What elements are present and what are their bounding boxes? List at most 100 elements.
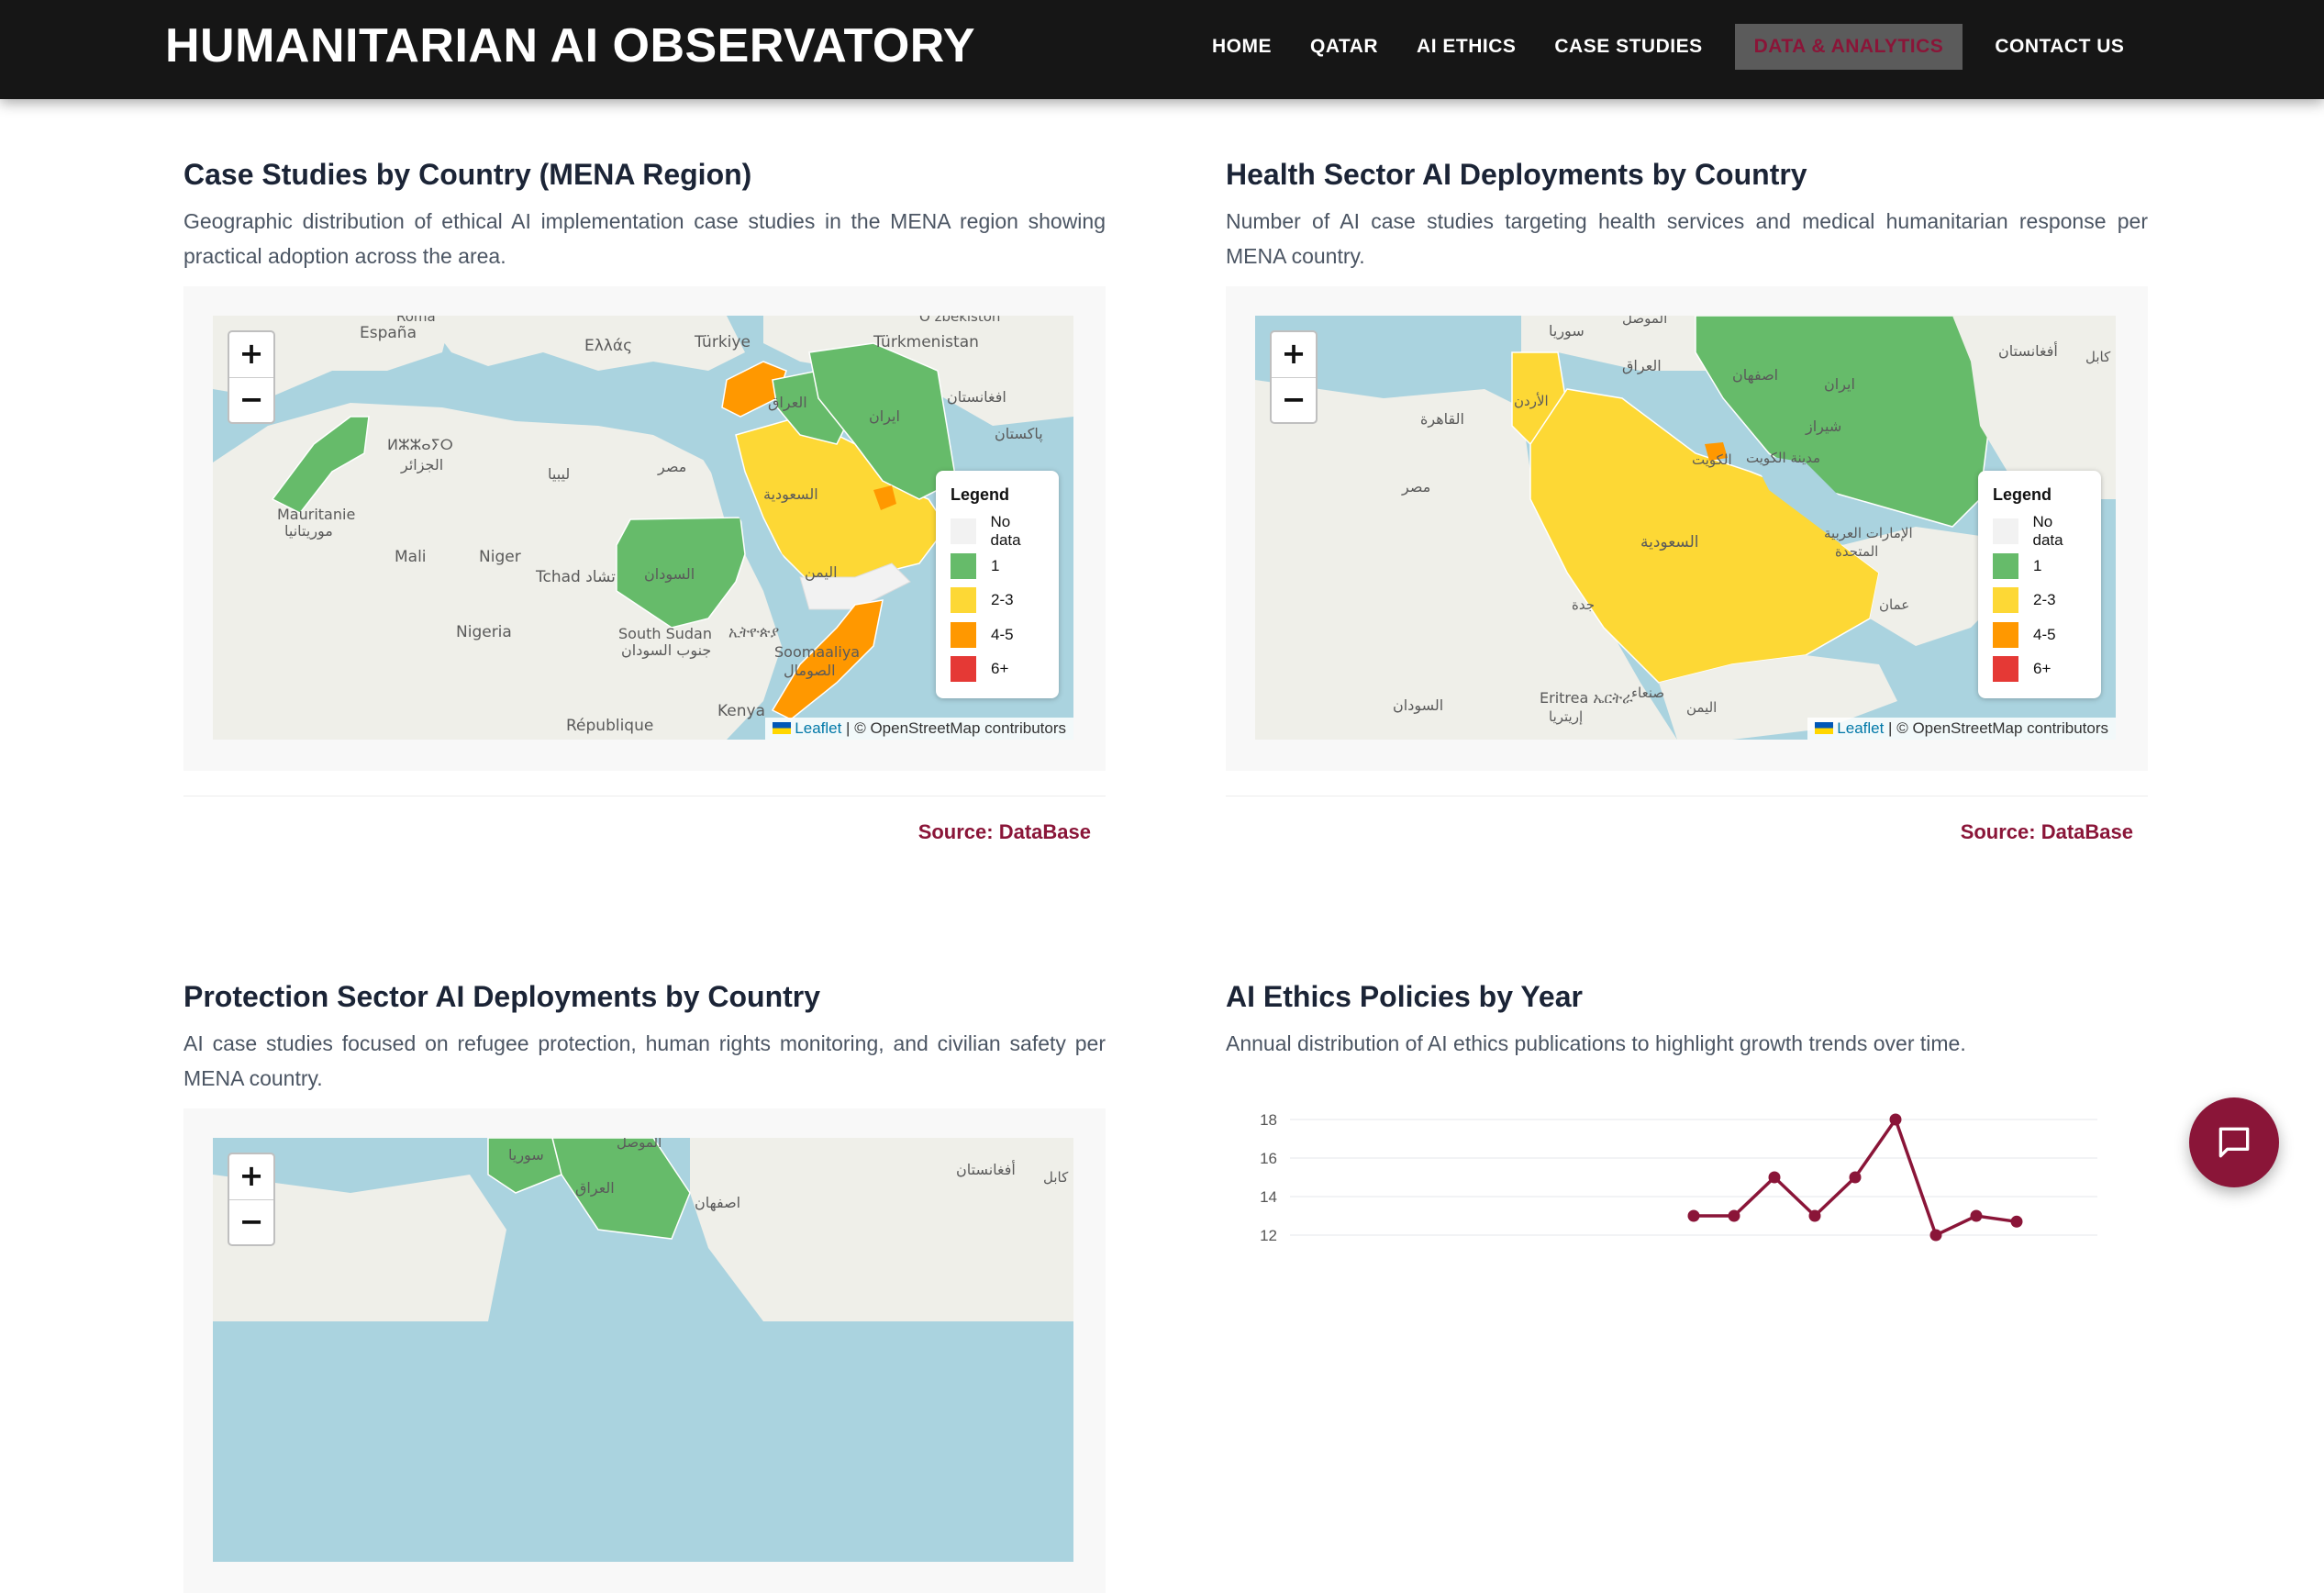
source-link[interactable]: Source: DataBase bbox=[918, 820, 1091, 844]
svg-text:اصفهان: اصفهان bbox=[695, 1194, 740, 1212]
mena-map[interactable]: España Ελλάς Türkiye Türkmenistan Oʻzbek… bbox=[213, 316, 1073, 740]
svg-text:الكويت: الكويت bbox=[1692, 451, 1732, 468]
svg-text:صنعاء: صنعاء bbox=[1631, 685, 1664, 701]
svg-text:كابل: كابل bbox=[1043, 1169, 1069, 1186]
site-brand[interactable]: HUMANITARIAN AI OBSERVATORY bbox=[165, 18, 975, 73]
legend-swatch bbox=[951, 518, 976, 544]
card-description: Annual distribution of AI ethics publica… bbox=[1226, 1031, 1966, 1055]
legend-item: 6+ bbox=[951, 655, 1044, 683]
svg-text:مصر: مصر bbox=[657, 458, 686, 476]
svg-text:Türkmenistan: Türkmenistan bbox=[873, 333, 979, 351]
zoom-in-button[interactable]: + bbox=[229, 332, 273, 377]
svg-text:جنوب السودان: جنوب السودان bbox=[621, 641, 711, 660]
chat-button[interactable] bbox=[2189, 1097, 2279, 1187]
chat-bubble-icon bbox=[2218, 1127, 2250, 1158]
leaflet-link[interactable]: Leaflet bbox=[1837, 719, 1884, 737]
zoom-out-button[interactable]: − bbox=[229, 377, 273, 422]
main-nav: HOME QATAR AI ETHICS CASE STUDIES DATA &… bbox=[1193, 24, 2143, 70]
svg-text:Nigeria: Nigeria bbox=[456, 623, 512, 641]
legend-title: Legend bbox=[951, 485, 1010, 504]
zoom-control: + − bbox=[228, 1153, 275, 1246]
svg-text:أفغانستان: أفغانستان bbox=[956, 1160, 1016, 1178]
nav-case-studies[interactable]: CASE STUDIES bbox=[1535, 24, 1721, 70]
data-point[interactable] bbox=[1687, 1209, 1700, 1222]
health-map[interactable]: الموصل سوريا العراق أفغانستان كابل القاه… bbox=[1255, 316, 2116, 740]
svg-text:ایران: ایران bbox=[1824, 375, 1855, 394]
legend-label: 2-3 bbox=[2033, 591, 2056, 608]
y-tick-label: 16 bbox=[1260, 1150, 1277, 1167]
legend-item: 6+ bbox=[1993, 655, 2086, 683]
top-navbar: HUMANITARIAN AI OBSERVATORY HOME QATAR A… bbox=[0, 0, 2324, 99]
svg-text:پاکستان: پاکستان bbox=[995, 425, 1043, 443]
legend-item: 4-5 bbox=[951, 621, 1044, 649]
data-point[interactable] bbox=[1808, 1209, 1821, 1222]
legend-item: No data bbox=[951, 513, 1044, 549]
svg-text:Türkiye: Türkiye bbox=[694, 333, 751, 351]
data-point[interactable] bbox=[1768, 1171, 1781, 1184]
legend-swatch bbox=[951, 621, 976, 648]
map-legend: Legend No data 1 2-3 4-5 6+ bbox=[1978, 471, 2101, 698]
legend-swatch bbox=[1993, 552, 2018, 579]
legend-item: 1 bbox=[1993, 552, 2086, 580]
svg-text:اليمن: اليمن bbox=[1686, 699, 1717, 716]
card-title: Protection Sector AI Deployments by Coun… bbox=[183, 980, 821, 1013]
data-point[interactable] bbox=[1728, 1209, 1740, 1222]
svg-text:South Sudan: South Sudan bbox=[618, 625, 712, 642]
data-point[interactable] bbox=[2010, 1215, 2023, 1228]
data-point[interactable] bbox=[1889, 1113, 1902, 1126]
svg-text:الإمارات العربية: الإمارات العربية bbox=[1824, 525, 1913, 541]
protection-map[interactable]: الموصل سوريا العراق أفغانستان كابل اصفها… bbox=[213, 1138, 1073, 1562]
svg-text:Oʻzbekiston: Oʻzbekiston bbox=[919, 316, 1000, 325]
nav-data-analytics[interactable]: DATA & ANALYTICS bbox=[1734, 24, 1963, 70]
svg-text:المتحدة: المتحدة bbox=[1835, 543, 1878, 560]
map-layer: الموصل سوريا العراق أفغانستان كابل اصفها… bbox=[213, 1138, 1073, 1321]
card-health-sector: Health Sector AI Deployments by Country … bbox=[1226, 156, 2148, 843]
card-mena-case-studies: Case Studies by Country (MENA Region) Ge… bbox=[183, 156, 1106, 843]
svg-text:عمان: عمان bbox=[1879, 596, 1909, 613]
y-tick-label: 14 bbox=[1260, 1188, 1277, 1206]
card-title: Health Sector AI Deployments by Country bbox=[1226, 158, 1807, 191]
svg-text:اليمن: اليمن bbox=[805, 563, 838, 582]
ukraine-flag-icon bbox=[1815, 722, 1834, 734]
nav-contact-us[interactable]: CONTACT US bbox=[1975, 24, 2143, 70]
map-attribution: Leaflet | © OpenStreetMap contributors bbox=[765, 718, 1073, 740]
svg-text:España: España bbox=[360, 324, 417, 342]
legend-swatch bbox=[951, 552, 976, 579]
svg-text:Mauritanie: Mauritanie bbox=[277, 506, 355, 523]
svg-text:السودان: السودان bbox=[1393, 696, 1443, 715]
svg-text:الجزائر: الجزائر bbox=[400, 456, 443, 474]
svg-text:إريتريا: إريتريا bbox=[1549, 708, 1583, 725]
legend-label: 6+ bbox=[991, 660, 1009, 677]
legend-label: No data bbox=[990, 513, 1021, 549]
card-title: AI Ethics Policies by Year bbox=[1226, 980, 1583, 1013]
leaflet-link[interactable]: Leaflet bbox=[795, 719, 841, 737]
map-panel: الموصل سوريا العراق أفغانستان كابل اصفها… bbox=[183, 1108, 1106, 1593]
zoom-in-button[interactable]: + bbox=[229, 1154, 273, 1199]
nav-qatar[interactable]: QATAR bbox=[1291, 24, 1397, 70]
nav-ai-ethics[interactable]: AI ETHICS bbox=[1397, 24, 1535, 70]
data-point[interactable] bbox=[1849, 1171, 1862, 1184]
svg-text:ⵍⵣⵣⴰⵢⵔ: ⵍⵣⵣⴰⵢⵔ bbox=[387, 436, 453, 453]
legend-item: No data bbox=[1993, 513, 2086, 549]
svg-text:افغانستان: افغانستان bbox=[947, 388, 1006, 406]
zoom-in-button[interactable]: + bbox=[1272, 332, 1316, 377]
nav-home[interactable]: HOME bbox=[1193, 24, 1291, 70]
legend-swatch bbox=[1993, 621, 2018, 648]
card-title: Case Studies by Country (MENA Region) bbox=[183, 158, 752, 191]
zoom-out-button[interactable]: − bbox=[1272, 377, 1316, 422]
data-point[interactable] bbox=[1970, 1209, 1983, 1222]
y-tick-label: 18 bbox=[1260, 1111, 1277, 1129]
zoom-out-button[interactable]: − bbox=[229, 1199, 273, 1244]
svg-text:الموصل: الموصل bbox=[617, 1138, 662, 1151]
svg-text:République: République bbox=[566, 717, 653, 735]
policies-line-chart: 18 16 14 12 bbox=[1260, 1111, 2097, 1244]
source-link[interactable]: Source: DataBase bbox=[1961, 820, 2133, 844]
legend-item: 4-5 bbox=[1993, 621, 2086, 649]
svg-text:Kenya: Kenya bbox=[717, 702, 765, 720]
svg-text:شیراز: شیراز bbox=[1805, 418, 1841, 436]
legend-swatch bbox=[1993, 518, 2018, 544]
map-legend: Legend No data 1 2-3 4-5 6+ bbox=[936, 471, 1059, 698]
svg-text:السعودية: السعودية bbox=[763, 485, 818, 504]
data-point[interactable] bbox=[1929, 1229, 1942, 1242]
card-description: Number of AI case studies targeting heal… bbox=[1226, 209, 2148, 268]
